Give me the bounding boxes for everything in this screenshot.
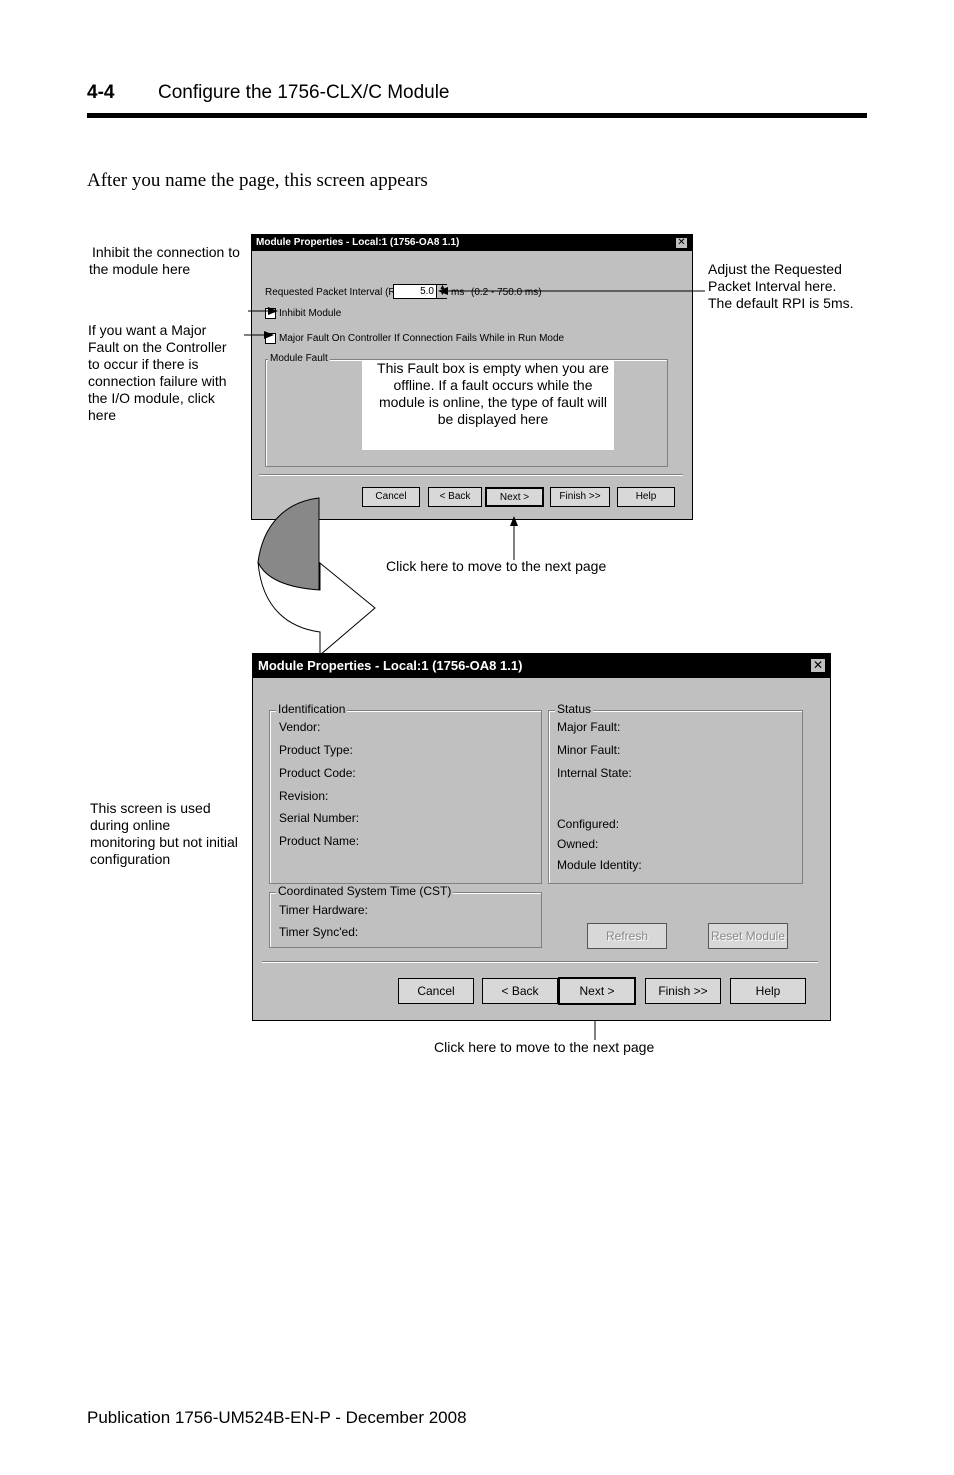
owned-label: Owned: [557,837,599,851]
major-fault-label: Major Fault: [557,720,621,734]
major-fault-arrowhead [264,331,274,339]
serial-number-label: Serial Number: [279,811,360,825]
inhibit-arrowhead [268,307,278,315]
revision-label: Revision: [279,789,329,803]
identification-legend: Identification [276,702,348,716]
cst-legend: Coordinated System Time (CST) [276,884,454,898]
reset-module-button[interactable]: Reset Module [708,923,788,949]
dialog-title-bar: Module Properties - Local:1 (1756-OA8 1.… [253,654,830,678]
configured-label: Configured: [557,817,620,831]
help-button[interactable]: Help [730,978,806,1004]
callout-next-2: Click here to move to the next page [434,1039,655,1055]
minor-fault-label: Minor Fault: [557,743,621,757]
close-icon[interactable]: ✕ [810,658,826,673]
publication-footer: Publication 1756-UM524B-EN-P - December … [87,1408,467,1427]
timer-synced-label: Timer Sync'ed: [279,925,359,939]
next1-arrowhead [510,516,518,526]
finish-button[interactable]: Finish >> [645,978,721,1004]
product-type-label: Product Type: [279,743,353,757]
callout-next-1: Click here to move to the next page [386,558,607,574]
product-code-label: Product Code: [279,766,356,780]
status-legend: Status [555,702,594,716]
cst-group: Coordinated System Time (CST) [269,884,542,948]
timer-hardware-label: Timer Hardware: [279,903,368,917]
vendor-label: Vendor: [279,720,321,734]
internal-state-label: Internal State: [557,766,632,780]
module-identity-label: Module Identity: [557,858,642,872]
back-button[interactable]: < Back [482,978,558,1004]
callout-online-monitoring: This screen is used during online monito… [90,800,238,867]
product-name-label: Product Name: [279,834,360,848]
refresh-button[interactable]: Refresh [587,923,667,949]
button-separator [262,961,818,963]
rpi-arrowhead [438,287,448,295]
next-button[interactable]: Next > [558,977,636,1005]
module-properties-dialog-large: Module Properties - Local:1 (1756-OA8 1.… [252,653,831,1021]
cancel-button[interactable]: Cancel [398,978,474,1004]
dialog-title: Module Properties - Local:1 (1756-OA8 1.… [258,658,523,673]
